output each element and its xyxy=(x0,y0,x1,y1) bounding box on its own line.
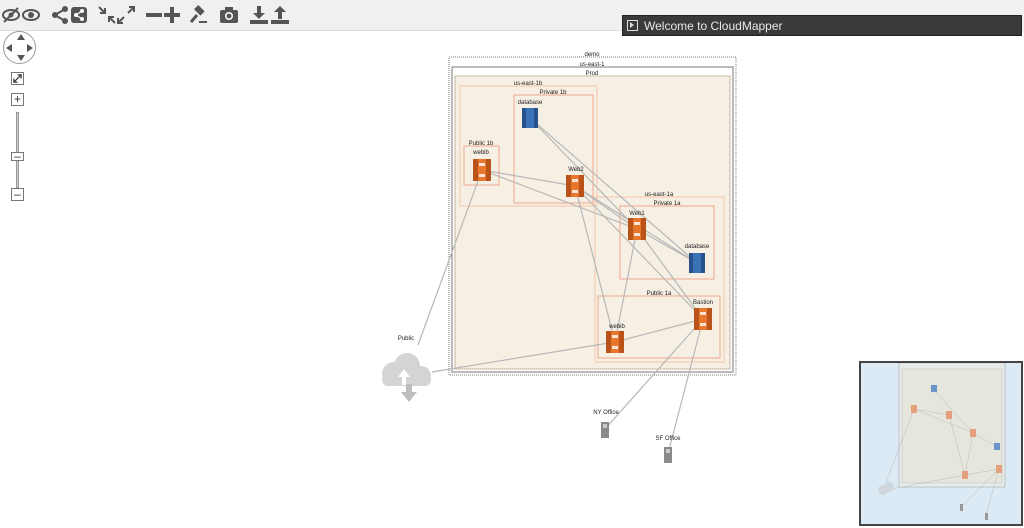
region-label: us-east-1 xyxy=(579,62,605,68)
database-1b-label: database xyxy=(518,100,543,106)
az-1a-label: us-east-1a xyxy=(645,192,674,198)
bastion-node[interactable] xyxy=(694,308,712,330)
webib-1a-label: webib xyxy=(608,324,625,330)
sf-office-label: SF Office xyxy=(656,436,682,442)
private-1a-label: Private 1a xyxy=(653,201,681,207)
az-1b-label: us-east-1b xyxy=(514,81,543,87)
webib-1b-label: webib xyxy=(472,150,489,156)
database-1b-node[interactable] xyxy=(522,108,538,128)
ny-office-label: NY Office xyxy=(593,410,619,416)
database-1a-node[interactable] xyxy=(689,253,705,273)
public-1a-label: Public 1a xyxy=(647,291,672,297)
webib-1a-node[interactable] xyxy=(606,331,624,353)
ny-office-icon[interactable] xyxy=(601,422,609,438)
database-1a-label: database xyxy=(685,244,710,250)
webib-1b-node[interactable] xyxy=(473,159,491,181)
web2-node[interactable] xyxy=(566,175,584,197)
private-1b-label: Private 1b xyxy=(539,90,567,96)
account-label: demo xyxy=(584,52,600,58)
web1-node[interactable] xyxy=(628,218,646,240)
minimap-graph xyxy=(878,363,1006,520)
public-1b-label: Public 1b xyxy=(469,141,494,147)
sf-office-icon[interactable] xyxy=(664,447,672,463)
cloud-icon[interactable] xyxy=(382,353,431,402)
public-label: Public xyxy=(398,336,414,342)
minimap[interactable] xyxy=(859,361,1023,526)
vpc-label: Prod xyxy=(586,71,599,77)
bastion-label: Bastion xyxy=(693,300,713,306)
web2-label: Web2 xyxy=(568,167,584,173)
web1-label: Web1 xyxy=(629,211,645,217)
